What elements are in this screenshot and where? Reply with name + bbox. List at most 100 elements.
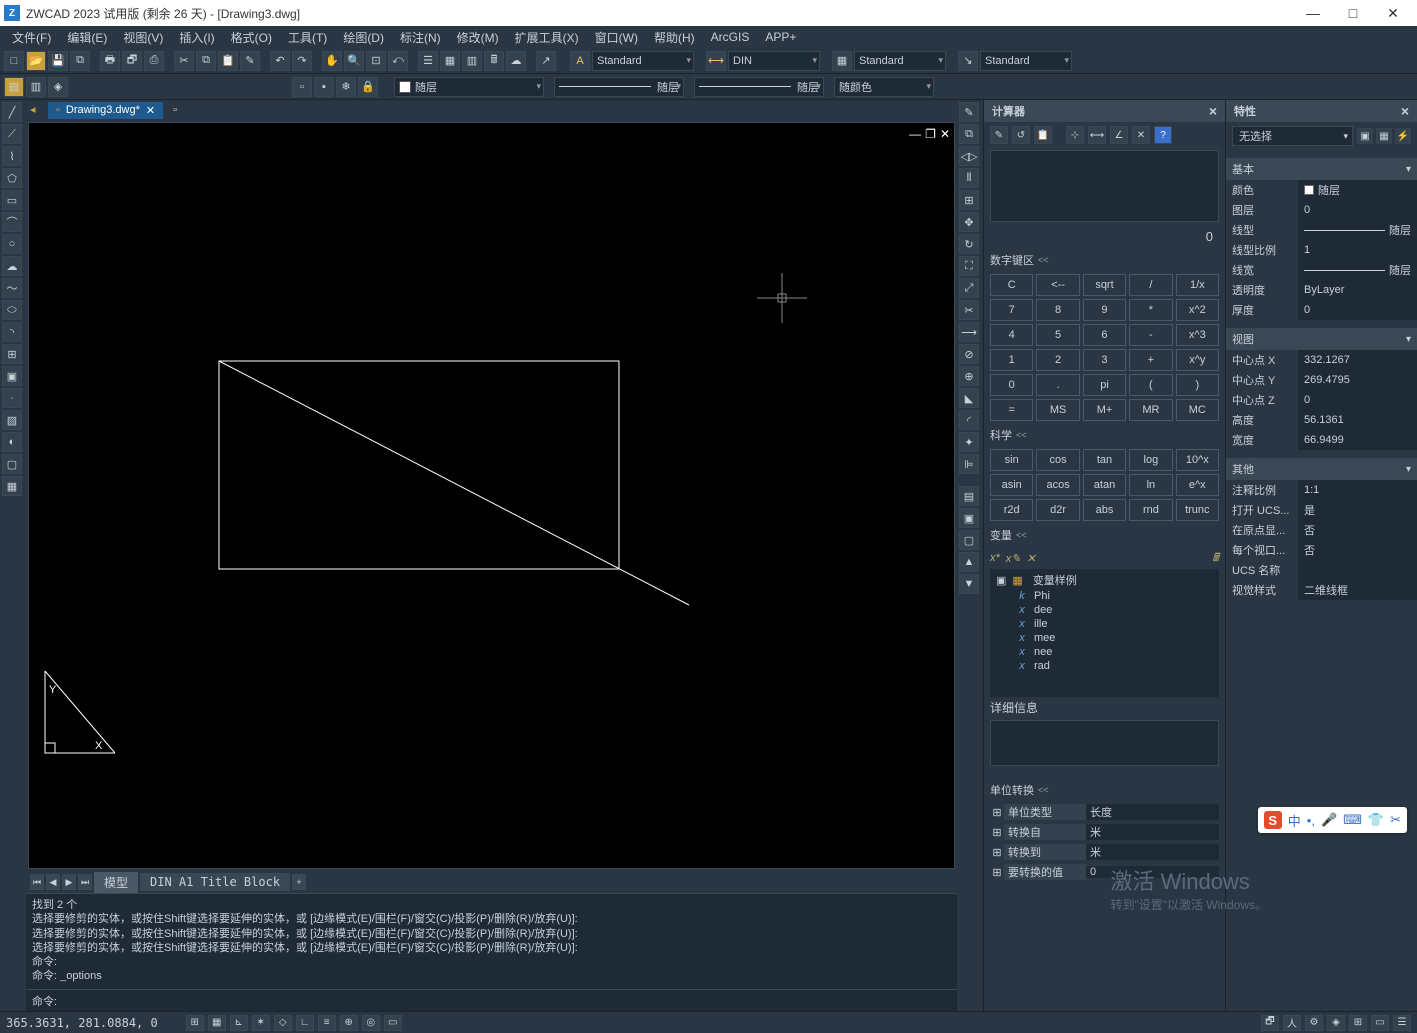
calc-key[interactable]: cos bbox=[1036, 449, 1079, 471]
dimstyle-icon[interactable]: ⟷ bbox=[706, 51, 726, 71]
layer-color-combo[interactable]: 随层▾ bbox=[394, 77, 544, 97]
calc-key[interactable]: / bbox=[1129, 274, 1172, 296]
calc-key[interactable]: tan bbox=[1083, 449, 1126, 471]
calc-key[interactable]: MS bbox=[1036, 399, 1079, 421]
prop-row[interactable]: 在原点显...否 bbox=[1226, 520, 1417, 540]
design-center-icon[interactable]: ▦ bbox=[440, 51, 460, 71]
layer-above-icon[interactable]: ▲ bbox=[959, 552, 979, 572]
break-icon[interactable]: ⊘ bbox=[959, 344, 979, 364]
open-icon[interactable]: 📂 bbox=[26, 51, 46, 71]
calc-key[interactable]: 2 bbox=[1036, 349, 1079, 371]
calc-key[interactable]: pi bbox=[1083, 374, 1126, 396]
clean-icon[interactable]: ▭ bbox=[1371, 1015, 1389, 1031]
calc-clear-icon[interactable]: ✎ bbox=[990, 126, 1008, 144]
prop-section-basic[interactable]: 基本▾ bbox=[1226, 158, 1417, 180]
units-header[interactable]: 单位转换<< bbox=[984, 778, 1225, 802]
scale-icon[interactable]: ⛶ bbox=[959, 256, 979, 276]
erase-icon[interactable]: ✎ bbox=[959, 102, 979, 122]
menu-item[interactable]: 绘图(D) bbox=[335, 29, 392, 46]
table-style-combo[interactable]: Standard▾ bbox=[854, 51, 946, 71]
maximize-button[interactable]: □ bbox=[1333, 0, 1373, 26]
calc-key[interactable]: C bbox=[990, 274, 1033, 296]
menu-item[interactable]: ArcGIS bbox=[703, 30, 758, 44]
annoscale-icon[interactable]: 🗗 bbox=[1261, 1015, 1279, 1031]
ime-punct-icon[interactable]: •, bbox=[1307, 813, 1315, 828]
calc-getdist-icon[interactable]: ⟷ bbox=[1088, 126, 1106, 144]
calc-key[interactable]: sqrt bbox=[1083, 274, 1126, 296]
prop-row[interactable]: 中心点 X332.1267 bbox=[1226, 350, 1417, 370]
save-icon[interactable]: 💾 bbox=[48, 51, 68, 71]
linetype-combo[interactable]: 随层▾ bbox=[554, 77, 684, 97]
move-icon[interactable]: ✥ bbox=[959, 212, 979, 232]
workspace-icon[interactable]: ⚙ bbox=[1305, 1015, 1323, 1031]
layer-states-icon[interactable]: ▥ bbox=[26, 77, 46, 97]
calc-key[interactable]: - bbox=[1129, 324, 1172, 346]
calc-key[interactable]: r2d bbox=[990, 499, 1033, 521]
prop-section-view[interactable]: 视图▾ bbox=[1226, 328, 1417, 350]
drawing-canvas[interactable]: — ❐ ✕ Y X bbox=[28, 122, 955, 869]
textstyle-icon[interactable]: A bbox=[570, 51, 590, 71]
prop-section-other[interactable]: 其他▾ bbox=[1226, 458, 1417, 480]
var-item[interactable]: xdee bbox=[992, 603, 1217, 617]
menu-item[interactable]: 窗口(W) bbox=[587, 29, 646, 46]
var-item[interactable]: xrad bbox=[992, 659, 1217, 673]
ortho-icon[interactable]: ⊾ bbox=[230, 1015, 248, 1031]
prop-row[interactable]: 图层0 bbox=[1226, 200, 1417, 220]
anno-icon[interactable]: 人 bbox=[1283, 1015, 1301, 1031]
mleader-style-combo[interactable]: Standard▾ bbox=[980, 51, 1072, 71]
prop-row[interactable]: 厚度0 bbox=[1226, 300, 1417, 320]
undo-icon[interactable]: ↶ bbox=[270, 51, 290, 71]
xline-icon[interactable]: ⟋ bbox=[2, 124, 22, 144]
unit-row[interactable]: ⊞要转换的值0 bbox=[990, 862, 1219, 882]
ime-voice-icon[interactable]: 🎤 bbox=[1321, 812, 1337, 828]
layer-freeze-icon[interactable]: ❄ bbox=[336, 77, 356, 97]
calc-key[interactable]: MC bbox=[1176, 399, 1219, 421]
add-layout-icon[interactable]: + bbox=[292, 874, 306, 890]
properties-close-icon[interactable]: × bbox=[1401, 103, 1409, 119]
region-icon[interactable]: ▢ bbox=[2, 454, 22, 474]
properties-icon[interactable]: ☰ bbox=[418, 51, 438, 71]
join-icon[interactable]: ⊕ bbox=[959, 366, 979, 386]
tab-last-icon[interactable]: ⏭ bbox=[78, 874, 92, 890]
calc-key[interactable]: 1/x bbox=[1176, 274, 1219, 296]
extend-icon[interactable]: ⟶ bbox=[959, 322, 979, 342]
snap-icon[interactable]: ⊞ bbox=[186, 1015, 204, 1031]
prop-row[interactable]: 透明度ByLayer bbox=[1226, 280, 1417, 300]
model-icon[interactable]: ▭ bbox=[384, 1015, 402, 1031]
var-tree[interactable]: ▣ 变量样例kPhixdeexillexmeexneexrad bbox=[990, 569, 1219, 697]
prop-row[interactable]: 打开 UCS...是 bbox=[1226, 500, 1417, 520]
menu-item[interactable]: 编辑(E) bbox=[59, 29, 115, 46]
calc-key[interactable]: acos bbox=[1036, 474, 1079, 496]
prop-flash-icon[interactable]: ⚡ bbox=[1395, 128, 1411, 144]
menu-item[interactable]: 修改(M) bbox=[449, 29, 507, 46]
calc-key[interactable]: 7 bbox=[990, 299, 1033, 321]
selection-combo[interactable]: 无选择▾ bbox=[1232, 126, 1353, 146]
calc-key[interactable]: asin bbox=[990, 474, 1033, 496]
calc-key[interactable]: 0 bbox=[990, 374, 1033, 396]
calc-key[interactable]: + bbox=[1129, 349, 1172, 371]
polygon-icon[interactable]: ⬠ bbox=[2, 168, 22, 188]
osnap-icon[interactable]: ◇ bbox=[274, 1015, 292, 1031]
menu-item[interactable]: 扩展工具(X) bbox=[507, 29, 587, 46]
tab-prev-icon[interactable]: ◀ bbox=[46, 874, 60, 890]
grid-icon[interactable]: ▦ bbox=[208, 1015, 226, 1031]
view-close-icon[interactable]: ✕ bbox=[940, 127, 950, 141]
draworder-icon[interactable]: ▤ bbox=[959, 486, 979, 506]
print-icon[interactable]: 🖶 bbox=[100, 51, 120, 71]
calc-key[interactable]: 9 bbox=[1083, 299, 1126, 321]
prop-row[interactable]: 中心点 Y269.4795 bbox=[1226, 370, 1417, 390]
var-item[interactable]: xnee bbox=[992, 645, 1217, 659]
prop-row[interactable]: 线宽随层 bbox=[1226, 260, 1417, 280]
layout-tab[interactable]: DIN A1 Title Block bbox=[140, 873, 290, 891]
copy-icon[interactable]: ⧉ bbox=[196, 51, 216, 71]
arc-icon[interactable]: ⌒ bbox=[2, 212, 22, 232]
var-item[interactable]: kPhi bbox=[992, 589, 1217, 603]
calculator-close-icon[interactable]: × bbox=[1209, 103, 1217, 119]
ime-mode[interactable]: 中 bbox=[1288, 811, 1301, 830]
close-button[interactable]: ✕ bbox=[1373, 0, 1413, 26]
model-tab[interactable]: 模型 bbox=[94, 872, 138, 893]
layer-off-icon[interactable]: ▪ bbox=[314, 77, 334, 97]
chamfer-icon[interactable]: ◣ bbox=[959, 388, 979, 408]
calc-help-icon[interactable]: ? bbox=[1154, 126, 1172, 144]
calc-key[interactable]: x^3 bbox=[1176, 324, 1219, 346]
